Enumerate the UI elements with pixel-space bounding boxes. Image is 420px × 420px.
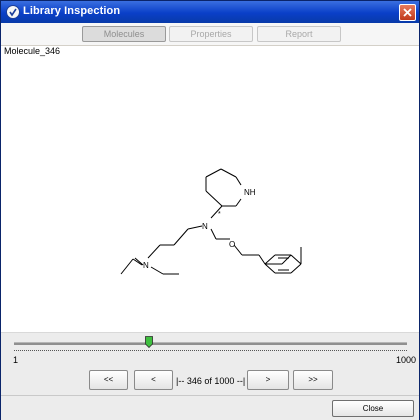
molecule-structure: NH * N N O bbox=[120, 168, 302, 275]
slider-track[interactable] bbox=[14, 342, 407, 345]
tab-bar: Molecules Properties Report bbox=[1, 23, 419, 46]
title-bar[interactable]: Library Inspection bbox=[1, 1, 419, 23]
slider-ticks bbox=[14, 350, 407, 354]
slider-thumb[interactable] bbox=[145, 336, 153, 348]
stereo-mark: * bbox=[218, 211, 221, 218]
previous-button[interactable]: < bbox=[134, 370, 173, 390]
tab-molecules[interactable]: Molecules bbox=[82, 26, 166, 42]
atom-n-center: N bbox=[202, 222, 208, 231]
navigation-panel: 1 1000 << < |-- 346 of 1000 --| > >> bbox=[1, 332, 419, 395]
app-icon bbox=[6, 5, 20, 19]
window-title: Library Inspection bbox=[23, 5, 121, 17]
last-button[interactable]: >> bbox=[293, 370, 333, 390]
tab-report[interactable]: Report bbox=[257, 26, 341, 42]
close-button[interactable]: Close bbox=[332, 400, 414, 417]
atom-n-left: N bbox=[143, 261, 149, 270]
tab-properties[interactable]: Properties bbox=[169, 26, 253, 42]
slider-min-label: 1 bbox=[13, 355, 19, 365]
footer-bar: Close bbox=[1, 395, 419, 420]
close-icon[interactable] bbox=[399, 4, 416, 21]
first-button[interactable]: << bbox=[89, 370, 128, 390]
slider-max-label: 1000 bbox=[396, 355, 417, 365]
library-inspection-window: Library Inspection Molecules Properties … bbox=[0, 0, 420, 420]
atom-o: O bbox=[229, 240, 235, 249]
molecule-view: Molecule_346 NH * N N O bbox=[1, 46, 419, 332]
atom-nh: NH bbox=[244, 188, 256, 197]
next-button[interactable]: > bbox=[247, 370, 289, 390]
record-counter: |-- 346 of 1000 --| bbox=[176, 376, 246, 386]
